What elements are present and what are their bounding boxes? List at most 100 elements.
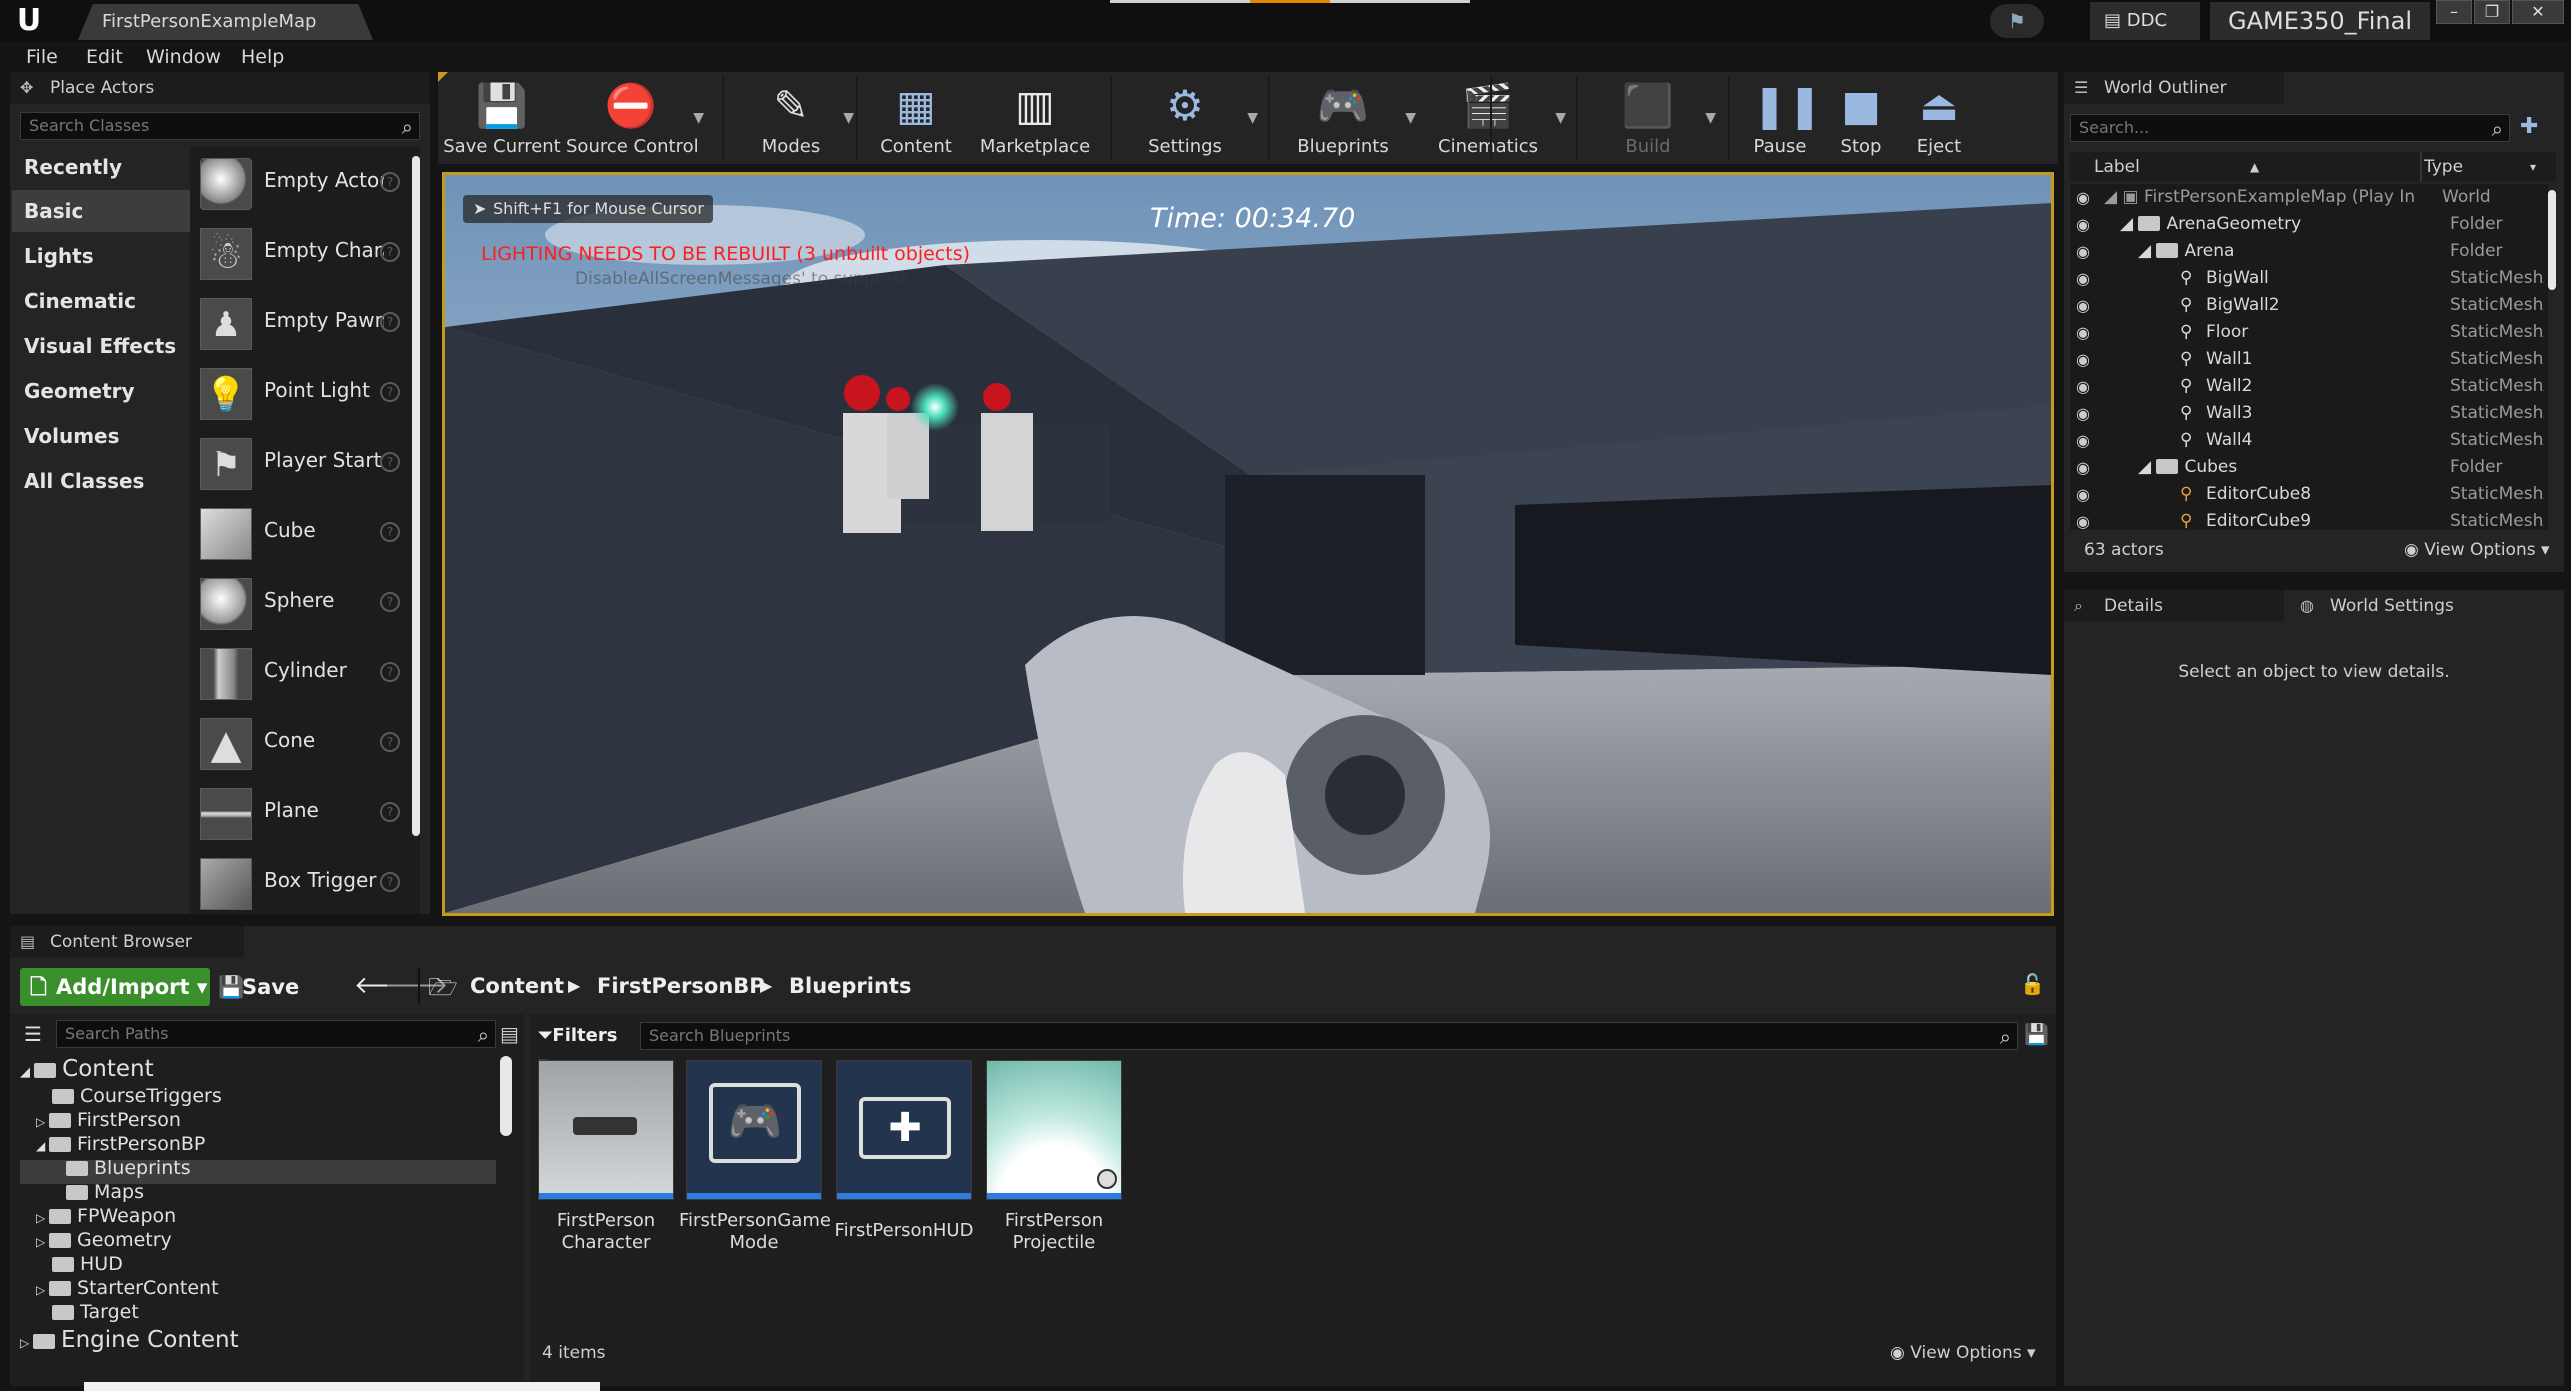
- help-icon[interactable]: ?: [380, 312, 400, 332]
- add-filter-icon[interactable]: ✚: [2520, 114, 2552, 142]
- path-separator-icon[interactable]: ▶: [568, 976, 580, 995]
- eye-icon[interactable]: ◉: [2076, 481, 2090, 508]
- close-button[interactable]: ✕: [2512, 0, 2564, 24]
- content-button[interactable]: ▦ Content: [866, 72, 966, 164]
- search-assets-input[interactable]: Search Blueprints ⌕: [640, 1022, 2018, 1050]
- unreal-logo-icon[interactable]: U: [10, 2, 48, 40]
- marketplace-button[interactable]: ▥ Marketplace: [970, 72, 1100, 164]
- level-viewport[interactable]: ➤ Shift+F1 for Mouse Cursor Time: 00:34.…: [442, 172, 2054, 916]
- save-current-button[interactable]: 💾 Save Current: [442, 72, 562, 164]
- outliner-scrollbar[interactable]: [2548, 190, 2556, 290]
- help-icon[interactable]: ?: [380, 592, 400, 612]
- tree-folder-content[interactable]: ◢ Content: [20, 1057, 154, 1085]
- help-icon[interactable]: ?: [380, 242, 400, 262]
- eye-icon[interactable]: ◉: [2076, 292, 2090, 319]
- help-icon[interactable]: ?: [380, 732, 400, 752]
- actor-point-light[interactable]: 💡 Point Light?: [200, 360, 412, 422]
- place-actors-tab[interactable]: ✥ Place Actors: [10, 72, 430, 104]
- tree-row[interactable]: ◉ ⚲ Floor StaticMeshActo: [2070, 319, 2548, 346]
- tree-row[interactable]: ◉ ◢ ArenaGeometry Folder: [2070, 211, 2548, 238]
- collections-icon[interactable]: ▤: [500, 1022, 519, 1046]
- tree-row[interactable]: ◉ ◢ ▣ FirstPersonExampleMap (Play In World: [2070, 184, 2548, 211]
- save-all-button[interactable]: 💾 Save All: [212, 968, 332, 1037]
- tree-row[interactable]: ◉ ⚲ Wall2 StaticMeshActo: [2070, 373, 2548, 400]
- actor-cone[interactable]: ▲ Cone?: [200, 710, 412, 772]
- eye-icon[interactable]: ◉: [2076, 184, 2090, 211]
- world-settings-tab[interactable]: ◍ World Settings: [2290, 590, 2510, 622]
- category-cinematic[interactable]: Cinematic: [12, 280, 190, 322]
- tree-folder-target[interactable]: Target: [52, 1300, 139, 1324]
- actor-empty-actor[interactable]: Empty Actor?: [200, 150, 412, 212]
- asset-tile-firstperson-hud[interactable]: ✚: [836, 1060, 972, 1200]
- category-visual-effects[interactable]: Visual Effects: [12, 325, 190, 367]
- help-icon[interactable]: ?: [380, 802, 400, 822]
- pause-button[interactable]: ❚❚ Pause: [1740, 72, 1822, 164]
- add-import-button[interactable]: 🗋 Add/Import ▾: [20, 968, 210, 1006]
- modes-button[interactable]: ✎ Modes ▼: [736, 72, 854, 164]
- help-icon[interactable]: ?: [380, 872, 400, 892]
- category-lights[interactable]: Lights: [12, 235, 190, 277]
- ddc-indicator[interactable]: ▤ DDC: [2090, 2, 2200, 40]
- eye-icon[interactable]: ◉: [2076, 373, 2090, 400]
- tree-folder-hud[interactable]: HUD: [52, 1252, 123, 1276]
- cinematics-button[interactable]: 🎬 Cinematics ▼: [1418, 72, 1566, 164]
- actor-sphere[interactable]: Sphere?: [200, 570, 412, 632]
- actor-cube[interactable]: Cube?: [200, 500, 412, 562]
- tree-folder-maps[interactable]: Maps: [66, 1180, 144, 1204]
- menu-window[interactable]: Window: [146, 46, 221, 68]
- filters-button[interactable]: ⏷Filters ▾: [538, 1022, 628, 1074]
- eye-icon[interactable]: ◉: [2076, 211, 2090, 238]
- details-tab[interactable]: ⌕ Details: [2064, 590, 2284, 622]
- eye-icon[interactable]: ◉: [2076, 238, 2090, 265]
- tree-row[interactable]: ◉ ⚲ Wall1 StaticMeshActo: [2070, 346, 2548, 373]
- menu-file[interactable]: File: [26, 46, 58, 68]
- category-volumes[interactable]: Volumes: [12, 415, 190, 457]
- column-options-icon[interactable]: ▾: [2530, 152, 2536, 182]
- save-search-icon[interactable]: 💾: [2024, 1022, 2049, 1046]
- sources-scrollbar[interactable]: [500, 1056, 512, 1136]
- menu-help[interactable]: Help: [241, 46, 284, 68]
- menu-edit[interactable]: Edit: [86, 46, 123, 68]
- actor-list-scrollbar[interactable]: [412, 156, 420, 836]
- category-all-classes[interactable]: All Classes: [12, 460, 190, 502]
- tree-folder-engine-content[interactable]: ▷ Engine Content: [20, 1328, 239, 1355]
- stop-button[interactable]: ■ Stop: [1826, 72, 1896, 164]
- help-icon[interactable]: ?: [380, 382, 400, 402]
- path-blueprints[interactable]: Blueprints: [789, 974, 911, 998]
- tree-folder-coursetriggers[interactable]: CourseTriggers: [52, 1084, 222, 1108]
- tree-row[interactable]: ◉ ⚲ Wall4 StaticMeshActo: [2070, 427, 2548, 454]
- actor-cylinder[interactable]: Cylinder?: [200, 640, 412, 702]
- actor-empty-character[interactable]: ☃ Empty Character?: [200, 220, 412, 282]
- path-firstpersonbp[interactable]: FirstPersonBP: [597, 974, 765, 998]
- tree-row[interactable]: ◉ ◢ Arena Folder: [2070, 238, 2548, 265]
- tree-folder-startercontent[interactable]: ▷ StarterContent: [36, 1276, 219, 1302]
- tree-folder-geometry[interactable]: ▷ Geometry: [36, 1228, 172, 1254]
- settings-button[interactable]: ⚙ Settings ▼: [1120, 72, 1258, 164]
- tree-row[interactable]: ◉ ⚲ Wall3 StaticMeshActo: [2070, 400, 2548, 427]
- eye-icon[interactable]: ◉: [2076, 265, 2090, 292]
- tree-folder-firstperson[interactable]: ▷ FirstPerson: [36, 1108, 181, 1134]
- source-control-status-icon[interactable]: ⚑: [1990, 4, 2044, 38]
- path-separator-icon[interactable]: ▶: [760, 976, 772, 995]
- tree-folder-firstpersonbp[interactable]: ◢ FirstPersonBP: [36, 1132, 205, 1158]
- search-paths-input[interactable]: Search Paths ⌕: [56, 1020, 496, 1048]
- content-browser-tab[interactable]: ▤ Content Browser: [10, 926, 244, 958]
- column-type[interactable]: Type: [2424, 152, 2463, 182]
- help-icon[interactable]: ?: [380, 662, 400, 682]
- eye-icon[interactable]: ◉: [2076, 319, 2090, 346]
- source-control-button[interactable]: ⛔ Source Control ▼: [566, 72, 704, 164]
- search-classes-input[interactable]: Search Classes ⌕: [20, 112, 420, 140]
- sources-toggle-icon[interactable]: ☰: [24, 1022, 42, 1046]
- tree-row[interactable]: ◉ ◢ Cubes Folder: [2070, 454, 2548, 481]
- outliner-search-input[interactable]: Search... ⌕: [2070, 114, 2510, 142]
- blueprints-button[interactable]: 🎮 Blueprints ▼: [1278, 72, 1416, 164]
- path-content[interactable]: Content: [470, 974, 564, 998]
- category-geometry[interactable]: Geometry: [12, 370, 190, 412]
- tree-row[interactable]: ◉ ⚲ EditorCube8 StaticMeshActo: [2070, 481, 2548, 508]
- tree-row[interactable]: ◉ ⚲ BigWall StaticMeshActo: [2070, 265, 2548, 292]
- level-tab[interactable]: FirstPersonExampleMap: [78, 4, 373, 40]
- category-basic[interactable]: Basic: [12, 190, 190, 232]
- help-icon[interactable]: ?: [380, 452, 400, 472]
- lock-icon[interactable]: 🔓: [2020, 972, 2045, 996]
- asset-tile-firstperson-character[interactable]: [538, 1060, 674, 1200]
